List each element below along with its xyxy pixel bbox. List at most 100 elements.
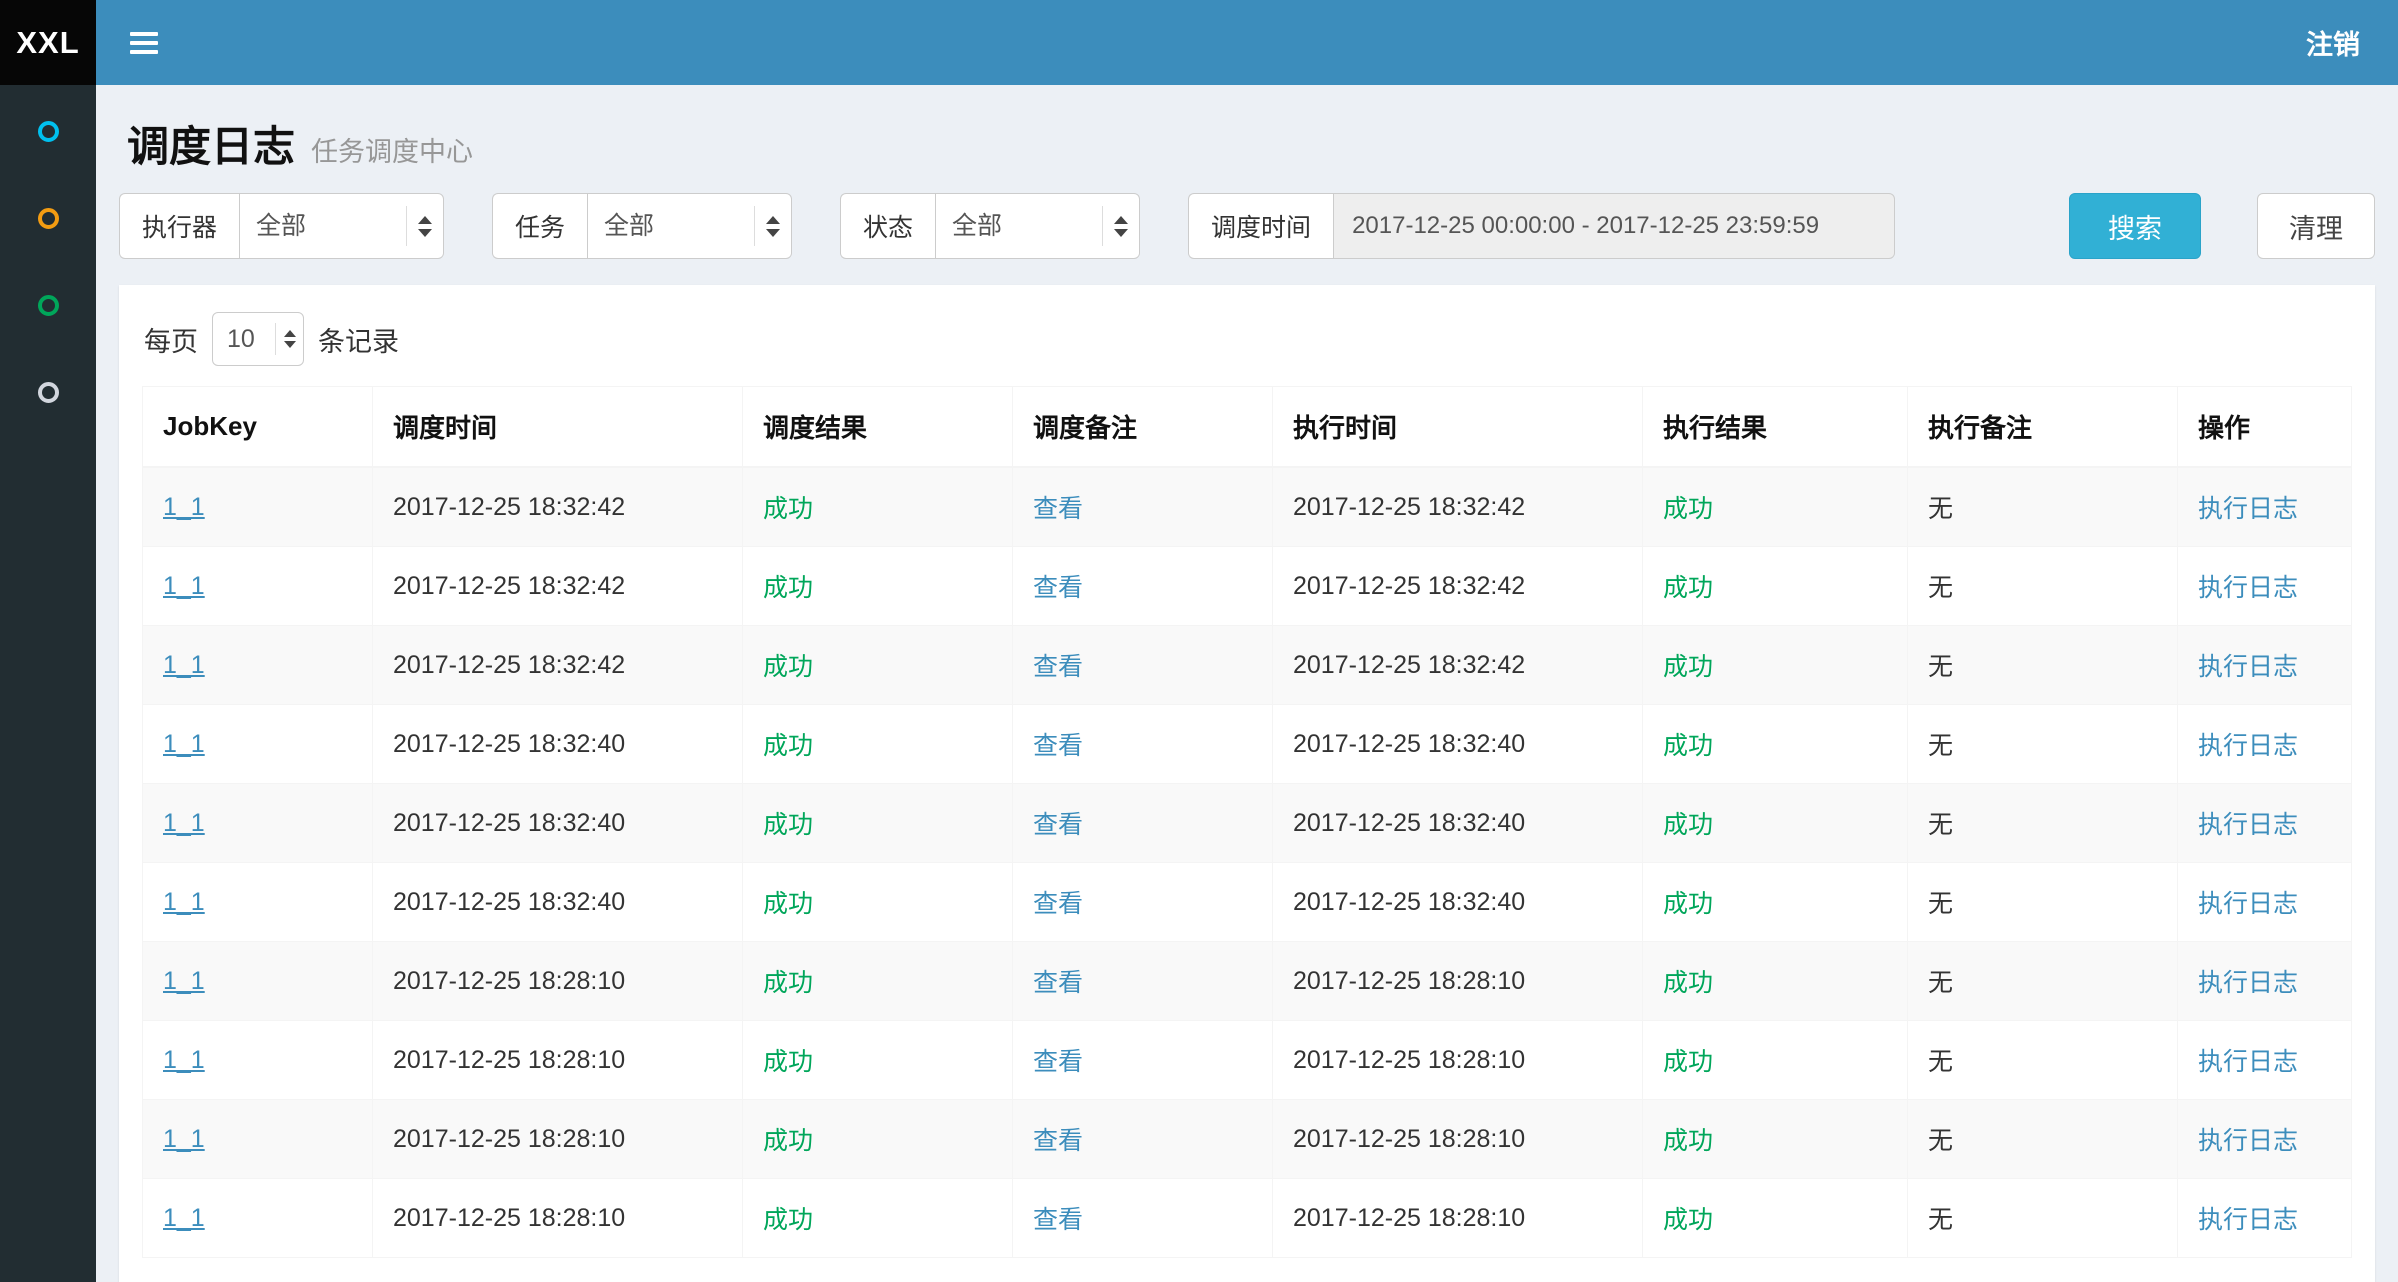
trigger-msg-link[interactable]: 查看: [1033, 732, 1083, 760]
circle-icon: [38, 295, 59, 316]
trigger-result-cell: 成功: [763, 811, 813, 839]
trigger-msg-link[interactable]: 查看: [1033, 969, 1083, 997]
trigger-result-cell: 成功: [763, 732, 813, 760]
app-logo[interactable]: XXL: [0, 0, 96, 85]
job-filter-group: 任务 全部: [492, 193, 792, 259]
table-row: 1_12017-12-25 18:28:10成功查看2017-12-25 18:…: [143, 1021, 2352, 1100]
trigger-time-filter-label: 调度时间: [1188, 193, 1333, 259]
executor-select[interactable]: 全部: [239, 193, 444, 259]
status-filter-label: 状态: [840, 193, 935, 259]
page-size-select[interactable]: 10: [212, 312, 304, 366]
status-select[interactable]: 全部: [935, 193, 1140, 259]
status-filter-group: 状态 全部: [840, 193, 1140, 259]
trigger-time-range-input[interactable]: [1333, 193, 1895, 259]
header-handle-msg: 执行备注: [1908, 387, 2178, 468]
exec-log-link[interactable]: 执行日志: [2198, 653, 2298, 681]
exec-log-link[interactable]: 执行日志: [2198, 574, 2298, 602]
trigger-msg-link[interactable]: 查看: [1033, 811, 1083, 839]
job-key-link[interactable]: 1_1: [163, 967, 205, 995]
trigger-time-cell: 2017-12-25 18:28:10: [393, 967, 625, 995]
logout-link[interactable]: 注销: [2306, 23, 2360, 62]
search-button[interactable]: 搜索: [2069, 193, 2201, 259]
trigger-time-cell: 2017-12-25 18:32:42: [393, 572, 625, 600]
trigger-msg-link[interactable]: 查看: [1033, 1048, 1083, 1076]
navbar: 注销: [96, 0, 2398, 85]
page-subtitle: 任务调度中心: [311, 130, 473, 169]
sidebar-item[interactable]: [38, 382, 59, 403]
job-key-link[interactable]: 1_1: [163, 651, 205, 679]
handle-msg-cell: 无: [1928, 811, 1953, 839]
exec-log-link[interactable]: 执行日志: [2198, 890, 2298, 918]
page-size-prefix-label: 每页: [144, 320, 198, 359]
trigger-msg-link[interactable]: 查看: [1033, 574, 1083, 602]
job-key-link[interactable]: 1_1: [163, 888, 205, 916]
trigger-msg-link[interactable]: 查看: [1033, 890, 1083, 918]
trigger-time-cell: 2017-12-25 18:32:42: [393, 493, 625, 521]
trigger-time-cell: 2017-12-25 18:32:42: [393, 651, 625, 679]
exec-log-link[interactable]: 执行日志: [2198, 732, 2298, 760]
main-content: 调度日志 任务调度中心 执行器 全部 任务: [96, 85, 2398, 1282]
handle-result-cell: 成功: [1663, 969, 1713, 997]
job-key-link[interactable]: 1_1: [163, 809, 205, 837]
handle-result-cell: 成功: [1663, 1048, 1713, 1076]
job-key-link[interactable]: 1_1: [163, 1204, 205, 1232]
trigger-msg-link[interactable]: 查看: [1033, 495, 1083, 523]
exec-log-link[interactable]: 执行日志: [2198, 1048, 2298, 1076]
menu-toggle-icon[interactable]: [130, 27, 158, 59]
job-key-link[interactable]: 1_1: [163, 1125, 205, 1153]
header-trigger-msg: 调度备注: [1013, 387, 1273, 468]
header-action: 操作: [2178, 387, 2352, 468]
exec-log-link[interactable]: 执行日志: [2198, 1206, 2298, 1234]
trigger-result-cell: 成功: [763, 1127, 813, 1155]
header-jobkey: JobKey: [143, 387, 373, 468]
circle-icon: [38, 208, 59, 229]
hamburger-bar: [130, 41, 158, 45]
sidebar-item[interactable]: [38, 208, 59, 229]
circle-icon: [38, 382, 59, 403]
table-row: 1_12017-12-25 18:32:42成功查看2017-12-25 18:…: [143, 547, 2352, 626]
circle-icon: [38, 121, 59, 142]
trigger-time-cell: 2017-12-25 18:28:10: [393, 1125, 625, 1153]
job-key-link[interactable]: 1_1: [163, 730, 205, 758]
trigger-msg-link[interactable]: 查看: [1033, 1127, 1083, 1155]
exec-log-link[interactable]: 执行日志: [2198, 1127, 2298, 1155]
log-table-box: 每页 10 条记录: [119, 285, 2375, 1282]
job-select[interactable]: 全部: [587, 193, 792, 259]
sidebar-item[interactable]: [38, 121, 59, 142]
job-key-link[interactable]: 1_1: [163, 493, 205, 521]
executor-filter-group: 执行器 全部: [119, 193, 444, 259]
handle-time-cell: 2017-12-25 18:32:40: [1293, 809, 1525, 837]
topbar: XXL 注销: [0, 0, 2398, 85]
page-size-suffix-label: 条记录: [318, 320, 399, 359]
header-trigger-result: 调度结果: [743, 387, 1013, 468]
handle-result-cell: 成功: [1663, 732, 1713, 760]
table-row: 1_12017-12-25 18:32:42成功查看2017-12-25 18:…: [143, 626, 2352, 705]
page-size-row: 每页 10 条记录: [144, 312, 2352, 366]
exec-log-link[interactable]: 执行日志: [2198, 969, 2298, 997]
table-row: 1_1 2017-12-25 18:28:10 成功 查看 2017-12-25 18:…: [143, 1100, 2352, 1179]
table-row: 1_12017-12-25 18:28:10成功查看2017-12-25 18:…: [143, 1179, 2352, 1258]
handle-time-cell: 2017-12-25 18:32:42: [1293, 493, 1525, 521]
job-key-link[interactable]: 1_1: [163, 1046, 205, 1074]
job-key-link[interactable]: 1_1: [163, 572, 205, 600]
sidebar-item[interactable]: [38, 295, 59, 316]
handle-result-cell: 成功: [1663, 495, 1713, 523]
filter-toolbar: 执行器 全部 任务 全部: [119, 193, 2375, 259]
trigger-time-cell: 2017-12-25 18:32:40: [393, 730, 625, 758]
hamburger-bar: [130, 50, 158, 54]
handle-time-cell: 2017-12-25 18:32:42: [1293, 651, 1525, 679]
trigger-time-cell: 2017-12-25 18:32:40: [393, 809, 625, 837]
handle-time-cell: 2017-12-25 18:28:10: [1293, 1125, 1525, 1153]
handle-time-cell: 2017-12-25 18:28:10: [1293, 967, 1525, 995]
trigger-msg-link[interactable]: 查看: [1033, 653, 1083, 681]
trigger-result-cell: 成功: [763, 1206, 813, 1234]
executor-filter-label: 执行器: [119, 193, 239, 259]
exec-log-link[interactable]: 执行日志: [2198, 495, 2298, 523]
handle-result-cell: 成功: [1663, 1206, 1713, 1234]
clear-button[interactable]: 清理: [2257, 193, 2375, 259]
handle-msg-cell: 无: [1928, 1127, 1953, 1155]
trigger-msg-link[interactable]: 查看: [1033, 1206, 1083, 1234]
exec-log-link[interactable]: 执行日志: [2198, 811, 2298, 839]
log-table-header: JobKey 调度时间 调度结果 调度备注 执行时间 执行结果 执行备注 操作: [143, 387, 2352, 468]
trigger-time-cell: 2017-12-25 18:28:10: [393, 1204, 625, 1232]
